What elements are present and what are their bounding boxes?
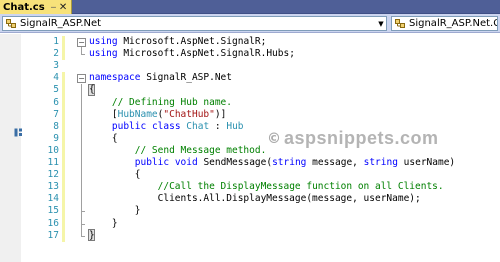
line-number-gutter: 1 2 3 4 5 6 7 8 9 10 11 12 13 14 15 16 17 [21, 34, 59, 262]
line-number: 6 [53, 96, 59, 108]
outline-guide [81, 83, 82, 237]
code-token: "ChatHub" [163, 108, 215, 120]
code-line: public void SendMessage(string message, … [89, 157, 455, 169]
line-number: 15 [47, 205, 59, 217]
code-token: { [89, 132, 118, 144]
line-number: 14 [47, 193, 59, 205]
code-token: string [363, 157, 398, 168]
collapse-toggle-icon[interactable]: − [77, 73, 86, 83]
line-number: 4 [53, 72, 59, 84]
code-line: // Defining Hub name. [89, 97, 232, 109]
code-token: { [89, 84, 95, 96]
code-token: message, [306, 157, 364, 168]
code-token: using [89, 48, 118, 60]
line-number: 8 [53, 120, 59, 132]
class-dropdown-value: SignalR_ASP.Net [20, 18, 102, 29]
line-number: 2 [53, 48, 59, 60]
chevron-down-icon[interactable]: ▼ [375, 17, 386, 30]
code-token: public [111, 120, 147, 132]
line-number: 9 [53, 132, 59, 144]
document-tab-bar: Chat.cs ─ ✕ [0, 0, 500, 14]
close-icon[interactable]: ✕ [59, 2, 67, 13]
line-number: 10 [47, 144, 59, 156]
line-number: 1 [53, 36, 59, 47]
change-tracking-bar [62, 36, 65, 61]
watermark-text: aspsnippets.com [284, 128, 439, 148]
class-icon [5, 18, 17, 30]
code-token: } [89, 229, 95, 241]
outline-end-tick [81, 54, 85, 56]
line-number: 13 [47, 181, 59, 193]
code-token: Chat [186, 120, 210, 132]
watermark: © aspsnippets.com [267, 128, 439, 149]
line-number: 12 [47, 169, 59, 181]
code-token: [ [89, 108, 118, 120]
code-line: } [89, 230, 95, 242]
member-dropdown[interactable]: SignalR_ASP.Net.Chat [391, 16, 498, 31]
code-token: { [89, 169, 141, 181]
code-line: using Microsoft.AspNet.SignalR; [89, 36, 266, 48]
line-number: 7 [53, 108, 59, 120]
tab-label: Chat.cs [3, 1, 45, 13]
line-number: 11 [47, 157, 59, 168]
line-number: 5 [53, 84, 59, 96]
line-number: 3 [53, 60, 59, 72]
code-line: { [89, 133, 118, 145]
code-token: )] [214, 108, 227, 120]
code-token: class [151, 120, 181, 132]
code-token: using [89, 36, 118, 47]
code-line: [HubName("ChatHub")] [89, 109, 226, 121]
code-line: { [89, 84, 95, 96]
tab-chat-cs[interactable]: Chat.cs ─ ✕ [0, 0, 72, 14]
code-line: using Microsoft.AspNet.SignalR.Hubs; [89, 48, 295, 60]
code-token: HubName [117, 108, 158, 120]
indicator-margin [0, 34, 21, 262]
code-token: SignalR_ASP.Net [140, 72, 232, 84]
code-editor[interactable]: 1 2 3 4 5 6 7 8 9 10 11 12 13 14 15 16 17 − − using Micro… [0, 34, 500, 262]
code-token: } [89, 217, 118, 229]
line-number: 16 [47, 217, 59, 229]
outline-end-tick [81, 223, 85, 225]
code-token: : [209, 120, 227, 132]
code-line: } [89, 218, 118, 230]
code-line: public class Chat : Hub [89, 121, 244, 133]
code-token: namespace [89, 72, 141, 84]
code-token: userName) [397, 157, 456, 168]
code-token: void [174, 157, 198, 168]
code-line: { [89, 169, 141, 181]
code-token: SendMessage( [197, 157, 273, 168]
line-number: 17 [47, 229, 59, 241]
code-line: namespace SignalR_ASP.Net [89, 72, 232, 84]
code-token: Hub [226, 120, 244, 132]
code-line: // Send Message method. [89, 144, 267, 157]
code-line: } [89, 205, 141, 217]
code-token: string [272, 157, 307, 168]
code-token: Clients.All.DisplayMessage(message, user… [89, 193, 421, 205]
pin-icon[interactable]: ─ [51, 3, 56, 12]
code-token: } [89, 205, 141, 217]
member-dropdown-value: SignalR_ASP.Net.Chat [409, 18, 497, 29]
navigation-bar: SignalR_ASP.Net ▼ SignalR_ASP.Net.Chat [0, 14, 500, 33]
outline-end-tick [81, 211, 85, 213]
class-dropdown[interactable]: SignalR_ASP.Net ▼ [2, 16, 387, 31]
code-token: Microsoft.AspNet.SignalR.Hubs; [117, 48, 295, 60]
code-line: Clients.All.DisplayMessage(message, user… [89, 193, 421, 205]
copyright-icon: © [267, 130, 281, 147]
class-icon [394, 18, 406, 30]
collapse-toggle-icon[interactable]: − [77, 37, 86, 47]
code-token: // Send Message method. [134, 144, 267, 156]
code-line: //Call the DisplayMessage function on al… [89, 181, 444, 193]
code-token: // Defining Hub name. [111, 96, 232, 108]
outline-end-tick [81, 235, 85, 237]
code-token: public [134, 157, 170, 168]
code-token: Microsoft.AspNet.SignalR; [117, 36, 267, 47]
change-tracking-bar [62, 72, 65, 242]
code-token: //Call the DisplayMessage function on al… [157, 181, 444, 193]
